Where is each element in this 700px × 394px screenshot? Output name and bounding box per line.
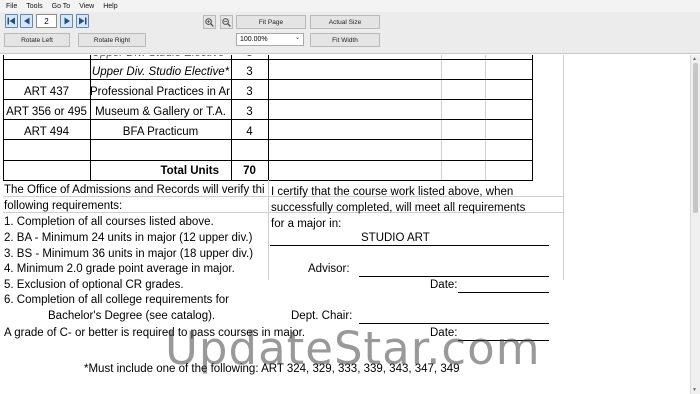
zoom-value: 100.00% [240,36,268,43]
chevron-down-icon: ⌄ [294,35,300,41]
requirement-item: 2. BA - Minimum 24 units in major (12 up… [4,232,253,244]
requirement-item: 4. Minimum 2.0 grade point average in ma… [4,263,235,275]
rotate-right-button[interactable]: Rotate Right [78,33,146,47]
actual-size-button[interactable]: Actual Size [310,15,380,29]
menu-view[interactable]: View [79,3,94,10]
requirement-item: 3. BS - Minimum 36 units in major (18 up… [4,248,254,260]
requirement-item: 5. Exclusion of optional CR grades. [4,279,184,291]
grid-line [563,55,564,180]
table-cell-units: 3 [231,55,268,60]
menu-tools[interactable]: Tools [26,3,42,10]
date-line [458,292,549,293]
zoom-in-icon [205,17,214,27]
requirement-item: 1. Completion of all courses listed abov… [4,216,214,228]
pdf-viewer-window: File Tools Go To View Help 2 Fit Page Ac… [0,0,700,394]
certification-text: for a major in: [271,218,342,230]
previous-page-icon [23,17,29,25]
zoom-out-button[interactable] [220,15,233,29]
fit-page-button[interactable]: Fit Page [236,15,306,29]
row-line [3,79,533,80]
requirements-heading: following requirements: [4,200,123,212]
major-underline [270,245,549,246]
grid-line [563,180,564,280]
table-cell-description: Professional Practices in Ar [90,86,230,98]
advisor-label: Advisor: [308,263,350,275]
dept-chair-label: Dept. Chair: [291,310,353,322]
certification-text: successfully completed, will meet all re… [271,202,526,214]
menu-goto[interactable]: Go To [52,3,71,10]
grid-line [268,180,269,280]
last-page-icon [79,17,87,25]
previous-page-button[interactable] [20,14,33,28]
toolbar: 2 Fit Page Actual Size Rotate Left Rotat… [0,12,700,54]
grid-line [485,55,486,180]
grid-line [441,55,442,180]
row-line [3,119,533,120]
document-viewport[interactable]: Upper Div. Studio Elective* 3 Upper Div.… [0,55,690,394]
fit-width-button[interactable]: Fit Width [310,33,380,47]
table-cell-course: ART 437 [24,86,69,98]
total-units-value: 70 [243,165,256,177]
requirement-item-continued: Bachelor's Degree (see catalog). [48,310,216,322]
certification-text: I certify that the course work listed ab… [271,186,514,198]
table-cell-course: ART 494 [24,126,69,138]
table-cell-units: 4 [246,126,253,138]
scroll-up-icon[interactable]: ▲ [692,56,697,62]
watermark: UpdateStar.com [165,322,541,375]
scrollbar-thumb[interactable] [693,63,698,213]
menu-bar: File Tools Go To View Help [0,0,700,12]
advisor-signature-line [359,276,549,277]
table-cell-course: ART 356 or 495 [6,106,87,118]
table-cell-description: BFA Practicum [122,126,199,138]
vertical-scrollbar[interactable]: ▲ ▼ [690,55,700,394]
major-value: STUDIO ART [361,232,430,244]
first-page-icon [7,17,15,25]
scroll-down-icon[interactable]: ▼ [692,387,697,393]
page-number-input[interactable]: 2 [36,14,57,28]
menu-file[interactable]: File [6,3,17,10]
table-cell-description: Upper Div. Studio Elective* [91,66,230,78]
zoom-out-icon [222,17,231,27]
rotate-left-button[interactable]: Rotate Left [4,33,70,47]
row-line [3,139,533,140]
table-cell-description: Museum & Gallery or T.A. [95,106,226,118]
row-line [3,99,533,100]
table-border [268,55,269,180]
table-cell-units: 3 [246,86,253,98]
first-page-button[interactable] [5,14,18,28]
table-border [532,55,533,180]
zoom-in-button[interactable] [203,15,216,29]
admissions-note: The Office of Admissions and Records wil… [4,184,265,196]
table-cell-units: 3 [246,106,253,118]
row-line [3,160,533,161]
zoom-select[interactable]: 100.00% ⌄ [236,33,304,46]
menu-help[interactable]: Help [103,3,117,10]
last-page-button[interactable] [76,14,89,28]
next-page-icon [64,17,70,25]
date-label: Date: [430,279,458,291]
total-units-label: Total Units [160,165,219,177]
table-cell-description: Upper Div. Studio Elective* [90,55,231,60]
row-line [3,59,533,60]
next-page-button[interactable] [60,14,73,28]
requirement-item: 6. Completion of all college requirement… [4,294,230,306]
table-cell-units: 3 [246,66,253,78]
